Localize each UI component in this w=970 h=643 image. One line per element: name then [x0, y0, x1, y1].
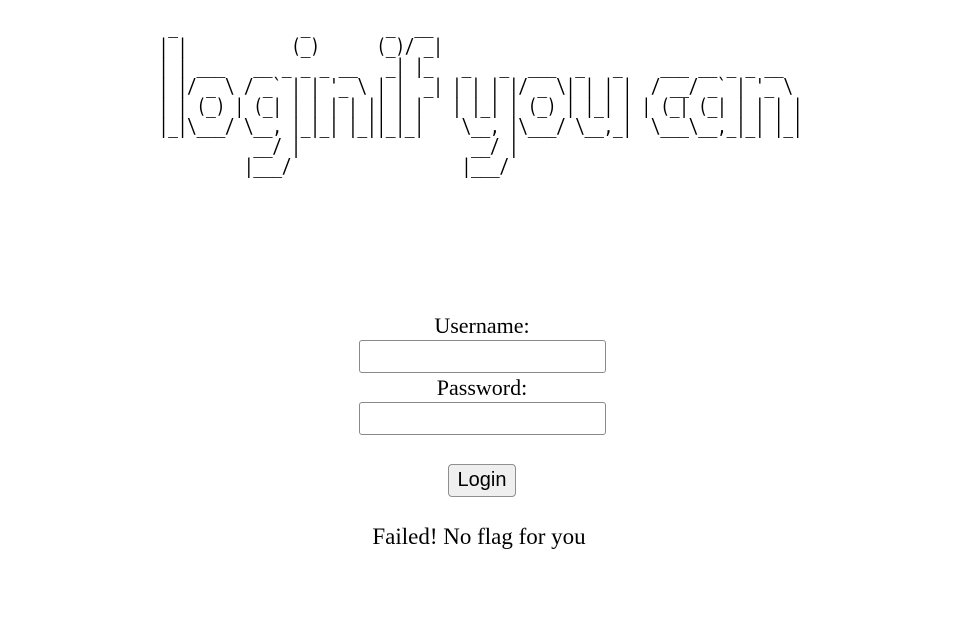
ascii-banner: _ _ _ __ | | (_) (_)/ _| | | ___ __ _ _ … [0, 16, 970, 178]
login-page: _ _ _ __ | | (_) (_)/ _| | | ___ __ _ _ … [0, 0, 970, 643]
username-input[interactable] [358, 340, 606, 373]
login-button[interactable]: Login [447, 464, 517, 497]
login-form: Username: Password: Login [0, 313, 970, 497]
username-label: Username: [434, 313, 530, 338]
ascii-art-title: _ _ _ __ | | (_) (_)/ _| | | ___ __ _ _ … [158, 14, 803, 178]
password-label: Password: [436, 375, 528, 400]
password-input[interactable] [358, 402, 606, 435]
status-message: Failed! No flag for you [372, 524, 586, 549]
